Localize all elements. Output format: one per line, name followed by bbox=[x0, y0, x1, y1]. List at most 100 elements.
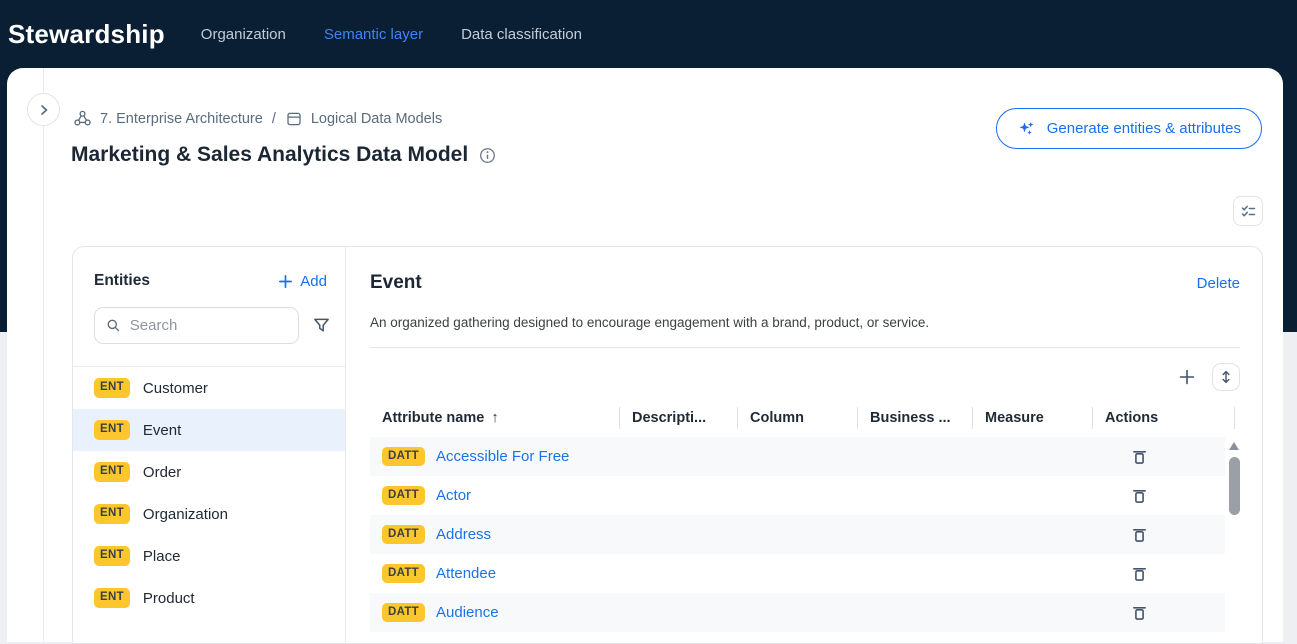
topbar: Stewardship Organization Semantic layer Da… bbox=[0, 0, 1297, 68]
entity-name: Customer bbox=[143, 380, 208, 397]
entity-badge: ENT bbox=[94, 378, 130, 398]
delete-attribute-button[interactable] bbox=[1129, 445, 1150, 468]
column-header-column[interactable]: Column bbox=[738, 407, 858, 429]
attribute-row-actions bbox=[1093, 523, 1150, 546]
attribute-badge: DATT bbox=[382, 525, 425, 545]
collapsed-sidebar-divider bbox=[43, 68, 44, 642]
attribute-name-link[interactable]: Attendee bbox=[436, 565, 496, 582]
info-icon[interactable] bbox=[479, 147, 496, 164]
entity-detail-panel: Event Delete An organized gathering desi… bbox=[346, 247, 1262, 643]
table-scrollbar[interactable] bbox=[1228, 439, 1240, 631]
entity-name: Organization bbox=[143, 506, 228, 523]
attribute-row: DATT Audience bbox=[370, 593, 1225, 632]
entity-item-event[interactable]: ENTEvent bbox=[73, 409, 345, 451]
detail-divider bbox=[370, 347, 1240, 348]
add-attribute-button[interactable] bbox=[1177, 367, 1197, 387]
attribute-row: DATTActor bbox=[370, 476, 1225, 515]
checklist-icon bbox=[1240, 203, 1257, 220]
delete-attribute-button[interactable] bbox=[1129, 601, 1150, 624]
generate-entities-label: Generate entities & attributes bbox=[1047, 120, 1241, 137]
column-header-label: Column bbox=[750, 410, 804, 426]
attribute-row-main: DATT Address bbox=[382, 525, 1093, 545]
updown-arrow-icon bbox=[1219, 369, 1233, 385]
attribute-row-actions bbox=[1093, 484, 1150, 507]
column-header-attribute-name[interactable]: Attribute name ↑ bbox=[370, 407, 620, 429]
trash-icon bbox=[1131, 564, 1148, 583]
attribute-row: DATT Attendee bbox=[370, 554, 1225, 593]
attribute-badge: DATT bbox=[382, 603, 425, 623]
attribute-row-actions bbox=[1093, 601, 1150, 624]
entity-item-order[interactable]: ENTOrder bbox=[73, 451, 345, 493]
entity-item-customer[interactable]: ENT Customer bbox=[73, 367, 345, 409]
breadcrumb-domain-label: 7. Enterprise Architecture bbox=[100, 111, 263, 127]
entity-badge: ENT bbox=[94, 504, 130, 524]
entities-panel-header: Entities Add bbox=[73, 247, 345, 290]
model-icon bbox=[285, 110, 303, 128]
delete-attribute-button[interactable] bbox=[1129, 484, 1150, 507]
attribute-row: DATT Address bbox=[370, 515, 1225, 554]
sort-ascending-icon: ↑ bbox=[491, 410, 498, 426]
attribute-row-main: DATT Audience bbox=[382, 603, 1093, 623]
main-content-card: 7. Enterprise Architecture / Logical Dat… bbox=[7, 68, 1283, 642]
attribute-badge: DATT bbox=[382, 447, 425, 467]
nav-tab-semantic-layer[interactable]: Semantic layer bbox=[324, 26, 423, 43]
attribute-badge: DATT bbox=[382, 564, 425, 584]
attribute-name-link[interactable]: Audience bbox=[436, 604, 499, 621]
attribute-row-main: DATT Attendee bbox=[382, 564, 1093, 584]
entity-list: ENTCustomerENTEventENTOrderENTOrganizati… bbox=[73, 367, 345, 619]
attribute-row-actions bbox=[1093, 445, 1150, 468]
entity-item-product[interactable]: ENTProduct bbox=[73, 577, 345, 619]
delete-entity-button[interactable]: Delete bbox=[1197, 275, 1240, 292]
entities-panel: Entities Add bbox=[73, 247, 346, 643]
column-header-descripti[interactable]: Descripti... bbox=[620, 407, 738, 429]
add-entity-button[interactable]: Add bbox=[278, 273, 327, 290]
filter-icon[interactable] bbox=[312, 316, 331, 335]
breadcrumb-separator: / bbox=[272, 111, 276, 127]
entity-badge: ENT bbox=[94, 462, 130, 482]
breadcrumb-section[interactable]: Logical Data Models bbox=[285, 110, 442, 128]
delete-attribute-button[interactable] bbox=[1129, 523, 1150, 546]
app-title: Stewardship bbox=[8, 19, 165, 50]
primary-nav: Organization Semantic layer Data classific… bbox=[201, 26, 582, 43]
entity-name: Place bbox=[143, 548, 181, 565]
chevron-right-icon bbox=[37, 103, 51, 117]
column-header-measure[interactable]: Measure bbox=[973, 407, 1093, 429]
column-header-label: Attribute name bbox=[382, 410, 484, 426]
entity-item-place[interactable]: ENT Place bbox=[73, 535, 345, 577]
breadcrumb-domain[interactable]: 7. Enterprise Architecture bbox=[73, 109, 263, 128]
attribute-row-actions bbox=[1093, 562, 1150, 585]
entity-description: An organized gathering designed to encou… bbox=[370, 315, 1262, 330]
entity-detail-title: Event bbox=[370, 272, 422, 294]
generate-entities-button[interactable]: Generate entities & attributes bbox=[996, 108, 1262, 149]
column-header-business[interactable]: Business ... bbox=[858, 407, 973, 429]
entity-badge: ENT bbox=[94, 546, 130, 566]
attribute-name-link[interactable]: Actor bbox=[436, 487, 471, 504]
expand-sidebar-button[interactable] bbox=[27, 93, 60, 126]
scroll-up-arrow-icon[interactable] bbox=[1229, 442, 1239, 450]
attribute-name-link[interactable]: Accessible For Free bbox=[436, 448, 569, 465]
nav-tab-organization[interactable]: Organization bbox=[201, 26, 286, 43]
attribute-row-main: DATTActor bbox=[382, 486, 1093, 506]
page-title: Marketing & Sales Analytics Data Model bbox=[71, 143, 468, 167]
nav-tab-data-classification[interactable]: Data classification bbox=[461, 26, 582, 43]
scrollbar-thumb[interactable] bbox=[1229, 457, 1240, 515]
entity-item-organization[interactable]: ENT Organization bbox=[73, 493, 345, 535]
reorder-rows-button[interactable] bbox=[1212, 363, 1240, 391]
column-header-label: Business ... bbox=[870, 410, 951, 426]
delete-attribute-button[interactable] bbox=[1129, 562, 1150, 585]
trash-icon bbox=[1131, 603, 1148, 622]
attribute-name-link[interactable]: Address bbox=[436, 526, 491, 543]
attribute-row-main: DATT Accessible For Free bbox=[382, 447, 1093, 467]
entities-panel-title: Entities bbox=[94, 272, 150, 290]
search-icon bbox=[106, 317, 121, 334]
entity-name: Product bbox=[143, 590, 195, 607]
trash-icon bbox=[1131, 486, 1148, 505]
page-title-row: Marketing & Sales Analytics Data Model bbox=[71, 143, 496, 167]
domain-icon bbox=[73, 109, 92, 128]
entity-detail-header: Event Delete bbox=[370, 272, 1262, 294]
view-options-button[interactable] bbox=[1233, 196, 1263, 226]
plus-icon bbox=[1179, 369, 1195, 385]
column-header-actions[interactable]: Actions bbox=[1093, 407, 1235, 429]
model-editor-card: Entities Add bbox=[72, 246, 1263, 644]
entity-search-input[interactable] bbox=[130, 317, 287, 334]
